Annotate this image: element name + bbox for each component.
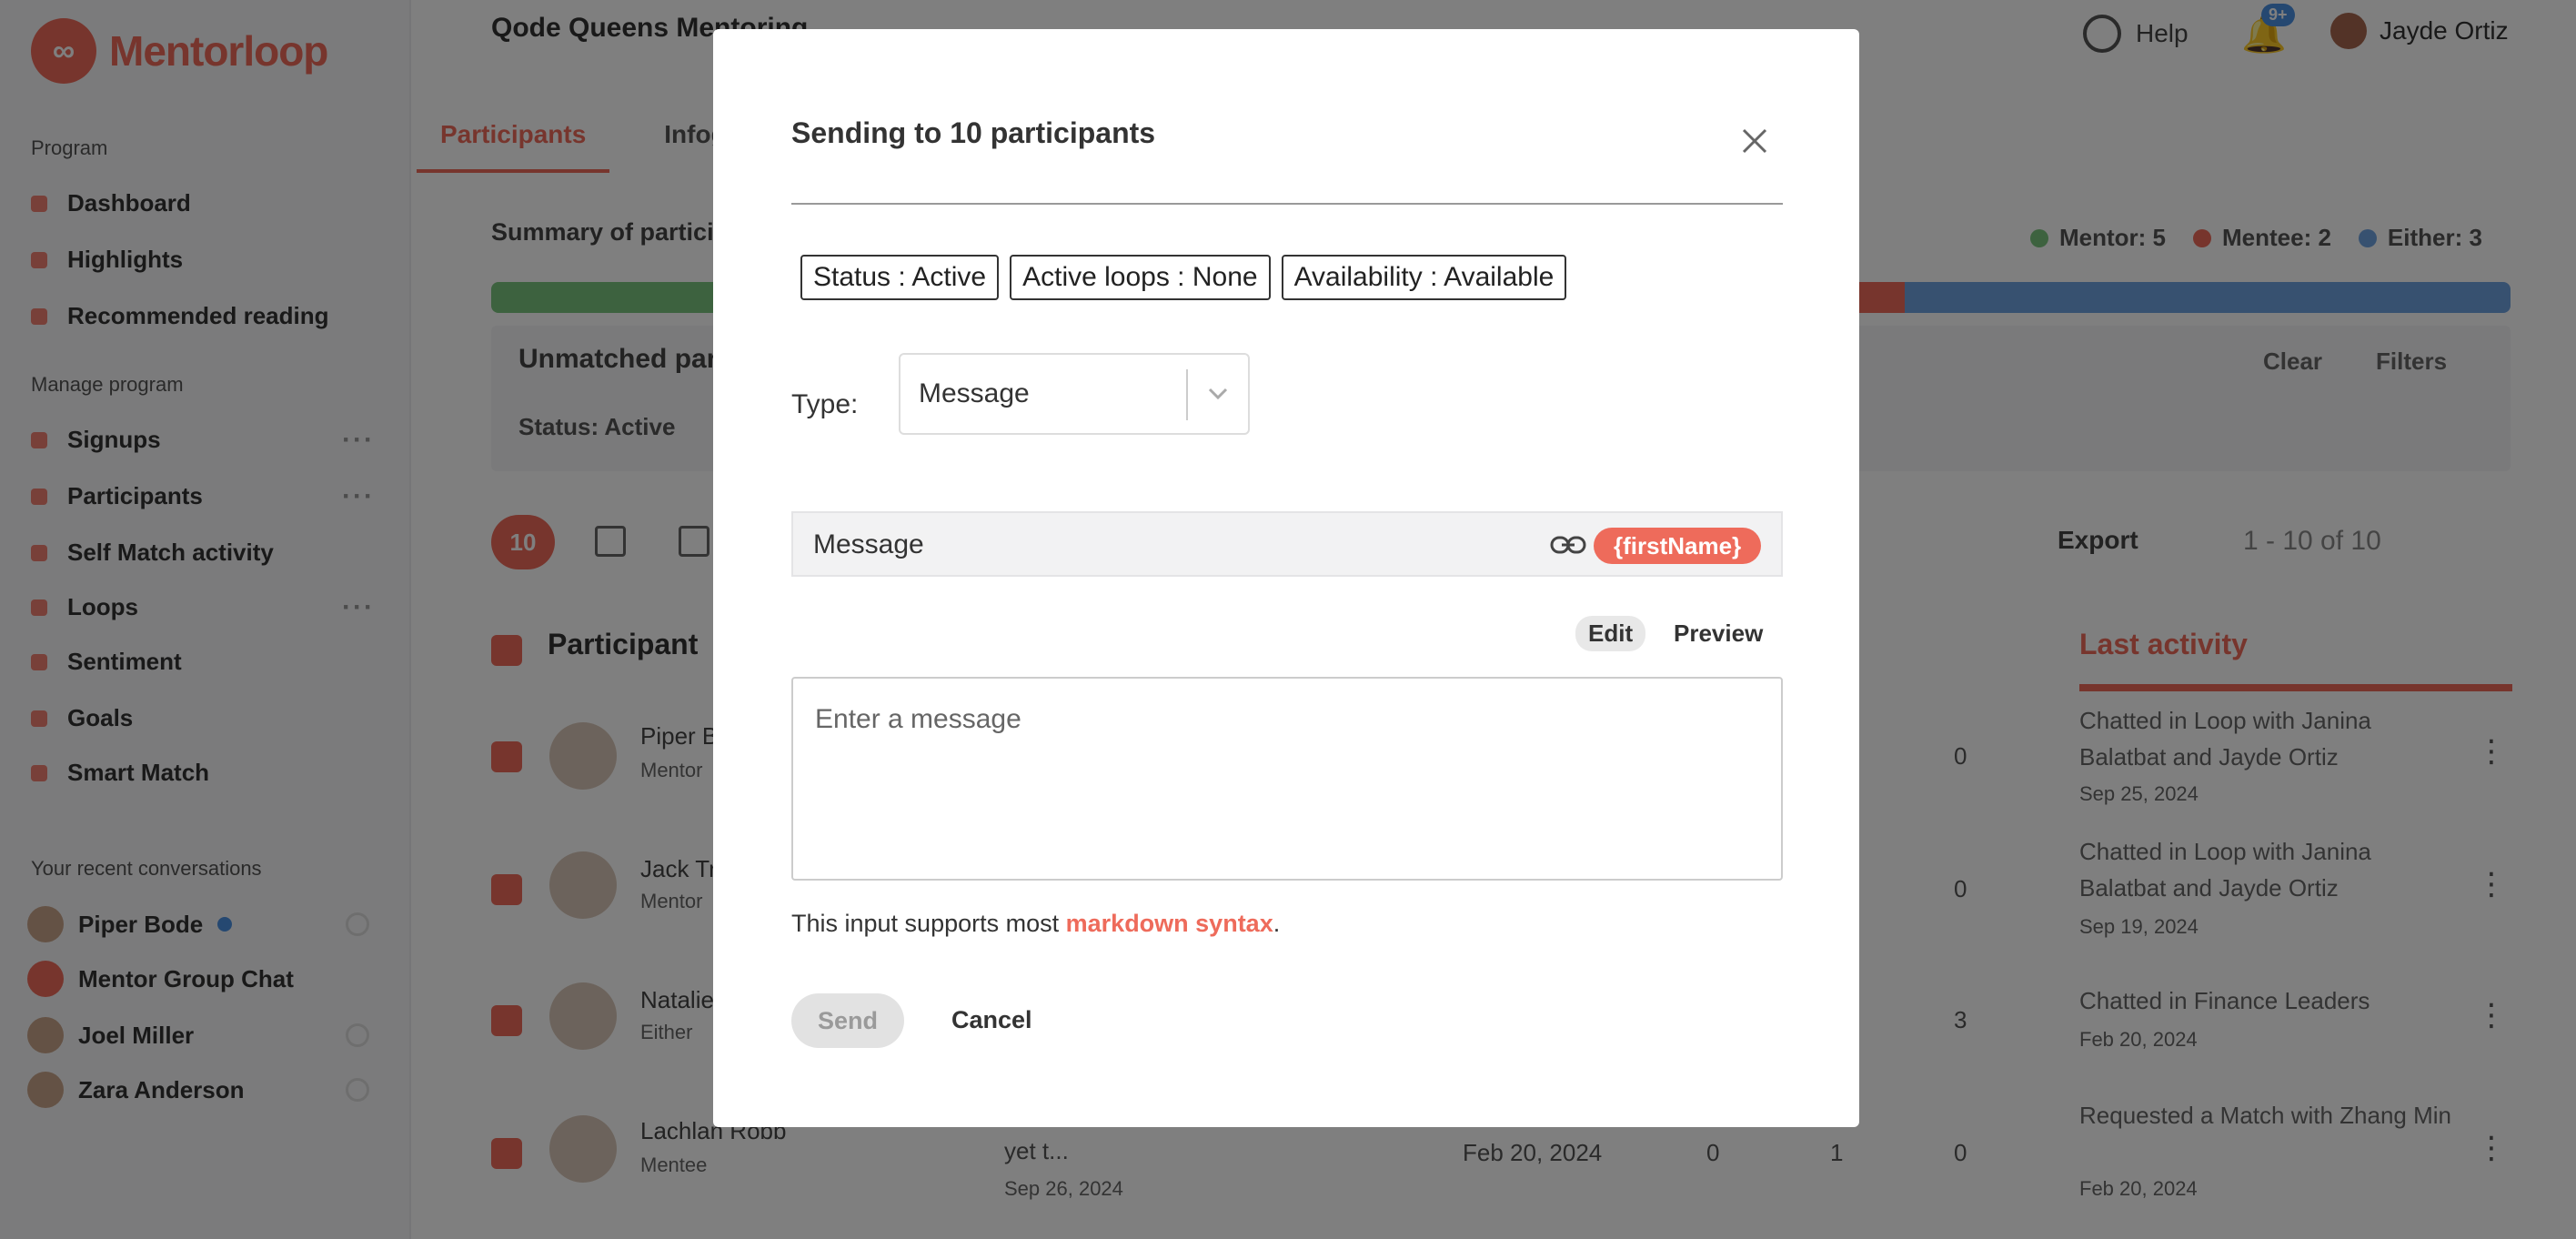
modal-title: Sending to 10 participants [791, 116, 1156, 149]
message-toolbar: Message {firstName} [791, 511, 1783, 577]
message-label: Message [813, 529, 924, 559]
message-textarea[interactable]: Enter a message [791, 677, 1783, 881]
type-select[interactable]: Message [899, 353, 1250, 435]
chevron-down-icon[interactable] [1204, 380, 1232, 408]
markdown-note-suffix: . [1273, 910, 1281, 937]
send-message-modal: Sending to 10 participants Status : Acti… [713, 29, 1859, 1127]
tab-preview[interactable]: Preview [1674, 620, 1763, 648]
insert-link-button[interactable] [1548, 528, 1588, 562]
app-root: ∞ Mentorloop Program Dashboard Highlight… [0, 0, 2576, 1239]
tag-availability: Availability : Available [1281, 255, 1567, 300]
link-icon [1550, 536, 1586, 554]
message-placeholder: Enter a message [815, 704, 1021, 734]
markdown-syntax-link[interactable]: markdown syntax [1066, 910, 1273, 937]
tag-active-loops: Active loops : None [1010, 255, 1271, 300]
tag-status: Status : Active [800, 255, 1000, 300]
filter-tags: Status : Active Active loops : None Avai… [800, 255, 1567, 300]
modal-divider [791, 203, 1783, 205]
type-selected-value: Message [919, 378, 1030, 408]
send-button[interactable]: Send [791, 993, 904, 1048]
markdown-note-prefix: This input supports most [791, 910, 1066, 937]
tab-edit[interactable]: Edit [1575, 616, 1646, 651]
markdown-note: This input supports most markdown syntax… [791, 910, 1280, 938]
select-separator [1186, 369, 1188, 420]
type-label: Type: [791, 389, 859, 419]
close-button[interactable] [1730, 116, 1779, 166]
first-name-variable-button[interactable]: {firstName} [1594, 528, 1762, 564]
cancel-button[interactable]: Cancel [951, 1006, 1032, 1034]
close-icon [1742, 128, 1767, 154]
